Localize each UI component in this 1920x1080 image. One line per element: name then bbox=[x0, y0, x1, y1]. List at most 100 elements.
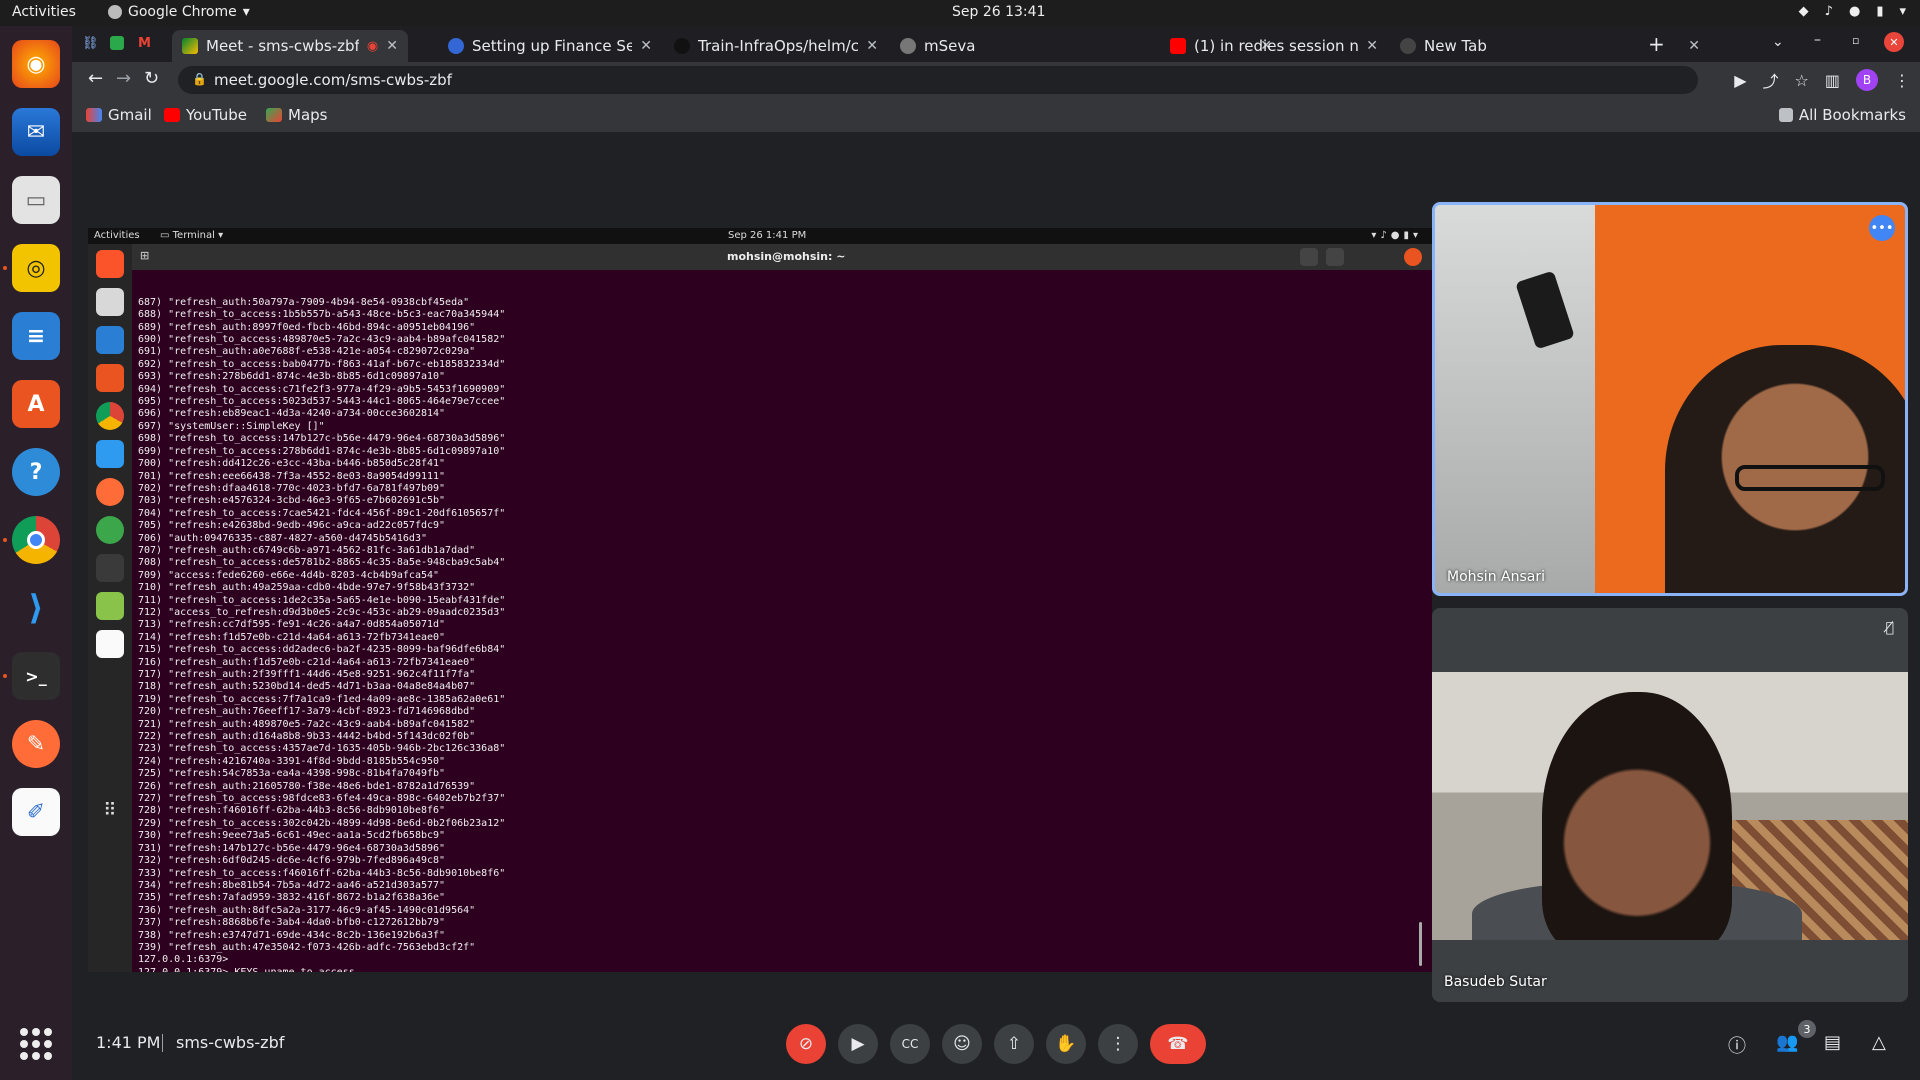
pinned-tab-icon[interactable] bbox=[110, 36, 124, 50]
terminal-line: 703) "refresh:e4576324-3cbd-46e3-9f65-e7… bbox=[138, 495, 446, 507]
thunderbird-icon[interactable]: ✉ bbox=[12, 108, 60, 156]
menu-icon bbox=[1326, 248, 1344, 266]
back-button[interactable]: ← bbox=[88, 68, 103, 89]
participant-tile-basudeb[interactable]: 🎙̸ Basudeb Sutar bbox=[1432, 608, 1908, 1002]
gmail-icon[interactable]: M bbox=[138, 36, 151, 51]
close-icon[interactable]: ✕ bbox=[640, 38, 652, 54]
leave-call-button[interactable]: ☎ bbox=[1150, 1024, 1206, 1064]
terminal-line: 693) "refresh:278b6dd1-874c-4e3b-8b85-6d… bbox=[138, 371, 446, 383]
meeting-details-button[interactable]: ⓘ bbox=[1728, 1032, 1746, 1058]
close-icon[interactable]: ✕ bbox=[1366, 38, 1378, 54]
close-window-button[interactable]: ✕ bbox=[1884, 32, 1904, 52]
files-icon[interactable]: ▭ bbox=[12, 176, 60, 224]
text-editor-icon bbox=[96, 630, 124, 658]
app-menu[interactable]: Google Chrome ▾ bbox=[108, 4, 250, 20]
camera-toggle-button[interactable]: ▶ bbox=[838, 1024, 878, 1064]
software-icon[interactable]: A bbox=[12, 380, 60, 428]
terminal-line: 724) "refresh:4216740a-3391-4f8d-9bdd-81… bbox=[138, 755, 446, 767]
activities-button[interactable]: Activities bbox=[12, 4, 76, 20]
terminal-line: 719) "refresh_to_access:7f7a1ca9-f1ed-4a… bbox=[138, 693, 506, 705]
text-editor-icon[interactable]: ✐ bbox=[12, 788, 60, 836]
reactions-button[interactable]: ☺ bbox=[942, 1024, 982, 1064]
help-icon[interactable]: ? bbox=[12, 448, 60, 496]
tab-youtube[interactable]: (1) in redies session not fo ✕ bbox=[1160, 30, 1388, 62]
captions-button[interactable]: CC bbox=[890, 1024, 930, 1064]
firefox-icon[interactable]: ◉ bbox=[12, 40, 60, 88]
terminal-titlebar: ⊞ mohsin@mohsin: ~ bbox=[132, 244, 1432, 270]
vscode-icon[interactable]: ⟩ bbox=[12, 584, 60, 632]
app-menu-label: Google Chrome bbox=[128, 4, 237, 20]
close-icon[interactable]: ✕ bbox=[866, 38, 878, 54]
restore-button[interactable]: ▫ bbox=[1852, 34, 1859, 47]
terminal-icon[interactable]: >_ bbox=[12, 652, 60, 700]
terminal-line: 699) "refresh_to_access:278b6dd1-874c-4e… bbox=[138, 445, 506, 457]
postman-icon[interactable]: ✎ bbox=[12, 720, 60, 768]
tab-github[interactable]: Train-InfraOps/helm/char ✕ bbox=[664, 30, 888, 62]
pinned-tab-icon[interactable]: ⛓ bbox=[82, 36, 99, 51]
activities-button[interactable]: △ bbox=[1872, 1032, 1886, 1053]
raise-hand-button[interactable]: ✋ bbox=[1046, 1024, 1086, 1064]
toolbar-actions: ▶ ⤴ ☆ ▥ B ⋮ bbox=[1734, 68, 1910, 92]
tab-title: Setting up Finance Servic bbox=[472, 37, 633, 55]
chat-button[interactable]: ▤ bbox=[1824, 1032, 1841, 1053]
present-button[interactable]: ⇧ bbox=[994, 1024, 1034, 1064]
bookmark-gmail[interactable]: Gmail bbox=[86, 106, 152, 124]
end-call-icon: ☎ bbox=[1167, 1034, 1189, 1054]
profile-avatar[interactable]: B bbox=[1856, 69, 1878, 91]
address-bar[interactable]: 🔒 meet.google.com/sms-cwbs-zbf bbox=[178, 66, 1698, 94]
terminal-line: 729) "refresh_to_access:302c042b-4899-4d… bbox=[138, 817, 506, 829]
close-icon[interactable]: ✕ bbox=[1688, 38, 1700, 54]
menu-icon[interactable]: ⋮ bbox=[1894, 71, 1910, 90]
forward-button[interactable]: → bbox=[116, 68, 131, 89]
minimize-icon bbox=[1352, 248, 1370, 266]
camera-icon[interactable]: ▶ bbox=[1734, 71, 1746, 90]
participant-name: Mohsin Ansari bbox=[1447, 569, 1545, 585]
terminal-line: 695) "refresh_to_access:5023d537-5443-44… bbox=[138, 396, 506, 408]
vscode-icon bbox=[96, 440, 124, 468]
reload-button[interactable]: ↻ bbox=[144, 68, 159, 89]
minimize-button[interactable]: – bbox=[1814, 32, 1821, 48]
tab-title: Meet - sms-cwbs-zbf bbox=[206, 37, 359, 55]
files-icon bbox=[96, 288, 124, 316]
running-indicator bbox=[3, 538, 7, 542]
chrome-icon[interactable] bbox=[12, 516, 60, 564]
terminal-line: 716) "refresh_auth:f1d57e0b-c21d-4a64-a6… bbox=[138, 656, 476, 668]
show-apps-button[interactable] bbox=[20, 1028, 52, 1060]
chevron-down-icon: ▾ bbox=[1899, 4, 1906, 19]
share-icon[interactable]: ⤴ bbox=[1763, 68, 1779, 92]
shared-tray: ▾♪●▮▾ bbox=[1371, 230, 1422, 241]
terminal-icon bbox=[96, 554, 124, 582]
writer-icon[interactable]: ≡ bbox=[12, 312, 60, 360]
emoji-icon: ☺ bbox=[953, 1034, 971, 1054]
captions-icon: CC bbox=[901, 1037, 919, 1051]
close-icon[interactable]: ✕ bbox=[386, 38, 398, 54]
rhythmbox-icon[interactable]: ◎ bbox=[12, 244, 60, 292]
bookmark-maps[interactable]: Maps bbox=[266, 106, 327, 124]
running-indicator bbox=[3, 266, 7, 270]
meeting-time: 1:41 PM bbox=[96, 1033, 161, 1052]
tab-meet[interactable]: Meet - sms-cwbs-zbf ◉ ✕ bbox=[172, 30, 408, 62]
tab-search-button[interactable]: ⌄ bbox=[1772, 34, 1784, 50]
bookmark-label: YouTube bbox=[186, 106, 247, 124]
folder-icon bbox=[1778, 108, 1793, 122]
microphone-toggle-button[interactable]: ⊘ bbox=[786, 1024, 826, 1064]
side-panel-icon[interactable]: ▥ bbox=[1825, 71, 1840, 90]
system-tray[interactable]: ◆ ♪ ● ▮ ▾ bbox=[1799, 4, 1906, 19]
recording-icon: ◉ bbox=[366, 38, 379, 54]
participant-tile-mohsin[interactable]: ••• Mohsin Ansari bbox=[1432, 202, 1908, 596]
tab-finance[interactable]: Setting up Finance Servic ✕ bbox=[438, 30, 662, 62]
bookmark-star-icon[interactable]: ☆ bbox=[1795, 71, 1809, 90]
terminal-line: 735) "refresh:7afad959-3832-416f-8672-b1… bbox=[138, 892, 446, 904]
browser-toolbar: ← → ↻ 🔒 meet.google.com/sms-cwbs-zbf ▶ ⤴… bbox=[72, 62, 1920, 98]
image-viewer-icon bbox=[96, 592, 124, 620]
people-button[interactable]: 👥 bbox=[1776, 1032, 1798, 1053]
all-bookmarks-button[interactable]: All Bookmarks bbox=[1778, 106, 1906, 124]
new-tab-button[interactable]: + bbox=[1648, 32, 1665, 56]
terminal-line: 706) "auth:09476335-c887-4827-a560-d4745… bbox=[138, 532, 427, 544]
system-clock[interactable]: Sep 26 13:41 bbox=[952, 4, 1045, 20]
postman-icon bbox=[96, 478, 124, 506]
more-options-button[interactable]: ⋮ bbox=[1098, 1024, 1138, 1064]
speaking-indicator-icon[interactable]: ••• bbox=[1869, 215, 1895, 241]
new-tab-icon: ⊞ bbox=[140, 249, 150, 262]
bookmark-youtube[interactable]: YouTube bbox=[164, 106, 247, 124]
